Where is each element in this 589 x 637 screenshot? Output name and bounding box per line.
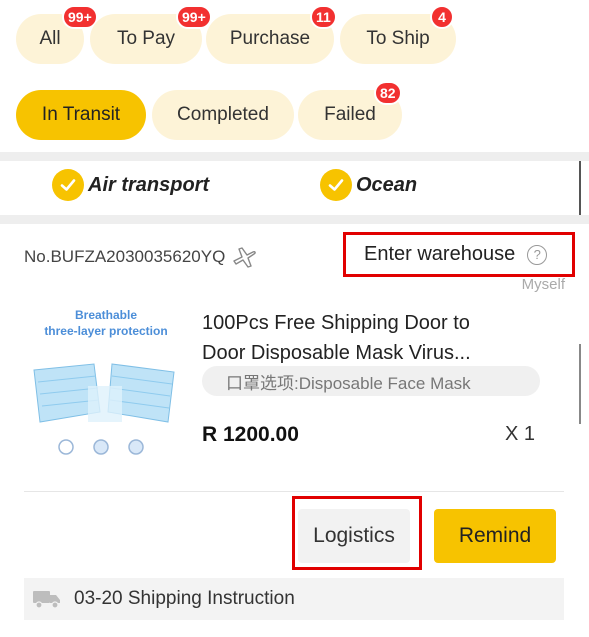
tab-purchase[interactable]: Purchase 11 <box>206 5 337 64</box>
order-status-highlight: Enter warehouse ? <box>343 232 575 277</box>
truck-icon <box>33 591 60 609</box>
face-mask-image <box>33 363 175 455</box>
order-card: No.BUFZA2030035620YQ Enter warehouse ? M… <box>0 224 589 637</box>
section-divider <box>0 152 589 161</box>
tab-to-pay[interactable]: To Pay 99+ <box>90 5 212 64</box>
product-image-caption-2: three-layer protection <box>44 324 168 338</box>
tab-purchase-badge: 11 <box>310 5 337 29</box>
ocean-option[interactable]: Ocean <box>320 169 417 201</box>
tab-in-transit[interactable]: In Transit <box>16 90 146 140</box>
tab-failed[interactable]: Failed 82 <box>298 81 402 140</box>
airplane-icon <box>233 247 257 268</box>
tab-to-pay-badge: 99+ <box>176 5 212 29</box>
ocean-label: Ocean <box>356 173 418 196</box>
tab-purchase-label: Purchase <box>229 28 311 49</box>
air-transport-label: Air transport <box>88 173 210 196</box>
card-divider <box>24 491 564 492</box>
tab-all-label: All <box>39 28 61 49</box>
logistics-button[interactable]: Logistics <box>298 509 410 563</box>
tab-failed-badge: 82 <box>374 81 402 105</box>
tab-all-badge: 99+ <box>62 5 98 29</box>
product-title-line-2: Door Disposable Mask Virus... <box>202 342 471 364</box>
scrollbar <box>579 161 581 215</box>
check-icon <box>52 169 84 201</box>
scrollbar <box>579 344 581 424</box>
shipping-instruction-text: 03-20 Shipping Instruction <box>74 588 295 609</box>
product-image-caption-1: Breathable <box>74 308 138 322</box>
tab-to-ship[interactable]: To Ship 4 <box>340 5 456 64</box>
order-owner: Myself <box>521 276 565 293</box>
shipping-instruction-row[interactable]: 03-20 Shipping Instruction <box>24 578 564 620</box>
product-image[interactable]: Breathable three-layer protection <box>26 298 186 473</box>
section-divider <box>0 215 589 224</box>
check-icon <box>320 169 352 201</box>
air-transport-option[interactable]: Air transport <box>52 169 209 201</box>
tab-completed-label: Completed <box>177 104 269 125</box>
transport-filter: Air transport Ocean <box>0 161 589 215</box>
order-tabs: All 99+ To Pay 99+ Purchase 11 To Ship 4… <box>0 0 589 152</box>
product-title-line-1: 100Pcs Free Shipping Door to <box>202 312 470 334</box>
tab-completed[interactable]: Completed <box>152 90 294 140</box>
order-status: Enter warehouse <box>364 243 516 265</box>
tab-failed-label: Failed <box>324 104 376 125</box>
tab-to-ship-badge: 4 <box>430 5 454 29</box>
product-title[interactable]: 100Pcs Free Shipping Door to Door Dispos… <box>202 308 542 368</box>
order-number-row: No.BUFZA2030035620YQ <box>24 246 257 268</box>
product-price: R 1200.00 <box>202 423 299 446</box>
tab-to-pay-label: To Pay <box>116 28 176 49</box>
tab-to-ship-label: To Ship <box>366 28 430 49</box>
help-icon[interactable]: ? <box>527 244 548 265</box>
order-number: No.BUFZA2030035620YQ <box>24 247 226 266</box>
product-spec: 口罩选项:Disposable Face Mask <box>202 366 540 396</box>
tab-all[interactable]: All 99+ <box>16 5 98 64</box>
remind-button[interactable]: Remind <box>434 509 556 563</box>
product-quantity: X 1 <box>505 423 536 445</box>
tab-in-transit-label: In Transit <box>41 104 121 125</box>
